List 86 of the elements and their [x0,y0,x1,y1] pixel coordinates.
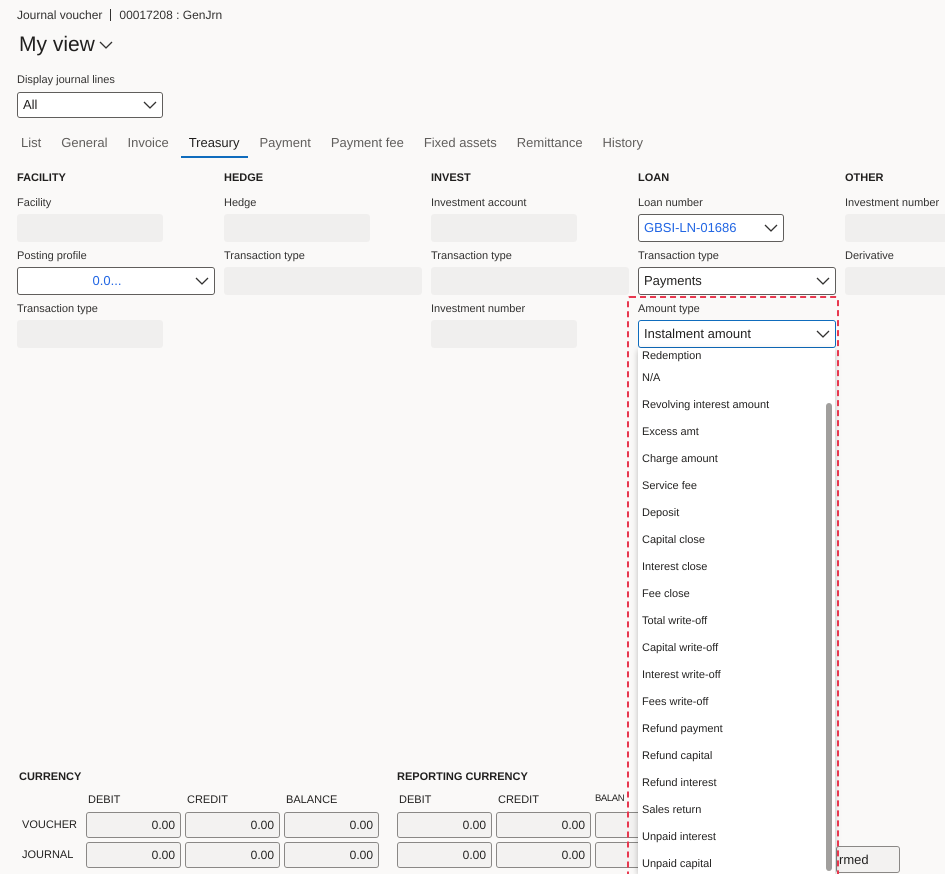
amount-field: 0.00 [496,842,591,868]
chevron-down-icon [98,41,113,49]
option-item[interactable]: Interest write-off [638,662,821,689]
option-item[interactable]: Fee close [638,581,821,608]
section-heading: LOAN [638,170,670,186]
option-item[interactable]: Deposit [638,500,821,527]
field-label: Display journal lines [17,73,116,88]
field-label: Investment number [845,196,940,210]
chevron-down-icon [143,100,157,108]
amount-field: 0.00 [397,812,492,838]
field-label: Amount type [638,302,701,316]
chevron-down-icon [816,330,830,338]
column-header: DEBIT [87,792,120,808]
option-item[interactable]: Fees write-off [638,689,821,716]
row-label: JOURNAL [21,848,74,863]
chevron-down-icon [195,277,209,285]
field-label: Investment number [431,302,526,316]
dropdown-field[interactable]: 0.0... [17,267,215,295]
option-item[interactable]: Redemption [638,348,821,365]
column-header: CREDIT [497,792,539,808]
tab[interactable]: List [13,130,50,158]
option-item[interactable]: Unpaid capital [638,851,821,874]
amount-field: 0.00 [185,812,280,838]
column-header: CREDIT [186,792,228,808]
section-heading: OTHER [845,170,884,186]
chevron-down-icon [816,277,830,285]
field-label: Transaction type [17,302,99,316]
option-item[interactable]: Excess amt [638,419,821,446]
option-item[interactable]: N/A [638,365,821,392]
column-header: BALANCE [285,792,338,808]
field-label: Facility [17,196,52,210]
option-item[interactable]: Revolving interest amount [638,392,821,419]
tab[interactable]: Treasury [180,130,248,158]
field-label: Transaction type [224,249,306,263]
option-item[interactable]: Charge amount [638,446,821,473]
tab[interactable]: Invoice [119,130,177,158]
option-item[interactable]: Total write-off [638,608,821,635]
section-heading: FACILITY [17,170,67,186]
field-label: Derivative [845,249,895,263]
view-selector[interactable]: My view [0,32,113,58]
amount-field: 0.00 [284,842,379,868]
section-heading: HEDGE [224,170,264,186]
field-label: Posting profile [17,249,88,263]
option-item[interactable]: Service fee [638,473,821,500]
breadcrumb-separator [110,9,112,21]
chevron-down-icon [764,224,778,232]
option-item[interactable]: Interest close [638,554,821,581]
row-label: VOUCHER [21,818,78,833]
amount-field: 0.00 [185,842,280,868]
option-item[interactable]: Refund interest [638,770,821,797]
field-label: Transaction type [431,249,513,263]
amount-field: 0.00 [496,812,591,838]
tab[interactable]: General [53,130,116,158]
tab[interactable]: History [594,130,651,158]
option-item[interactable]: Refund capital [638,743,821,770]
option-item[interactable]: Refund payment [638,716,821,743]
scrollbar-thumb[interactable] [826,403,832,871]
breadcrumb-title: Journal voucher [17,7,102,24]
field-label: Hedge [224,196,258,210]
read-only-field[interactable] [431,267,629,295]
tab[interactable]: Payment [252,130,319,158]
option-item[interactable]: Sales return [638,797,821,824]
amount-field: 0.00 [284,812,379,838]
field-label: Loan number [638,196,704,210]
amount-field: 0.00 [86,812,181,838]
dropdown-field[interactable]: Instalment amount [638,320,836,348]
option-item[interactable]: Capital write-off [638,635,821,662]
amount-field: 0.00 [86,842,181,868]
dropdown-field[interactable]: GBSI-LN-01686 [638,214,784,242]
section-heading: INVEST [431,170,472,186]
tab[interactable]: Fixed assets [416,130,505,158]
status-button[interactable]: rmed [836,846,900,873]
dropdown-field[interactable]: All [17,92,163,118]
field-label: Transaction type [638,249,720,263]
option-item[interactable]: Unpaid interest [638,824,821,851]
tab[interactable]: Remittance [508,130,591,158]
tab[interactable]: Payment fee [322,130,412,158]
section-heading: CURRENCY [19,770,82,785]
option-item[interactable]: Capital close [638,527,821,554]
column-header: BALAN [595,792,624,806]
field-label: Investment account [431,196,528,210]
column-header: DEBIT [398,792,432,808]
amount-field: 0.00 [397,842,492,868]
section-heading: REPORTING CURRENCY [397,770,528,785]
record-id: 00017208 : GenJrn [119,7,222,24]
dropdown-field[interactable]: Payments [638,267,836,295]
